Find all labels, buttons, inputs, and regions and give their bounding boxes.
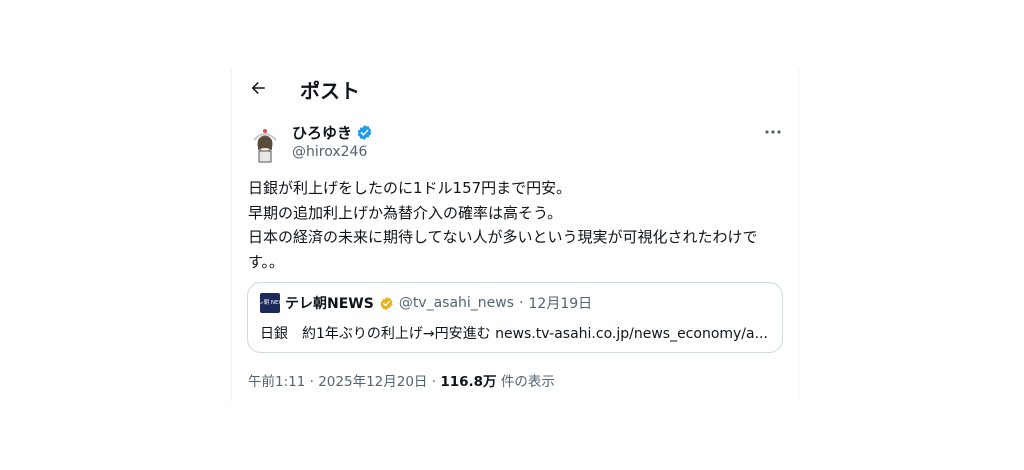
quote-date: 12月19日 [528,296,593,312]
header: ポスト [232,68,798,108]
post-meta: 午前1:11 · 2025年12月20日 · 116.8万 件の表示 [248,370,555,390]
back-arrow-icon [251,82,265,94]
views-label: 件の表示 [500,374,555,390]
author-handle[interactable]: @hirox246 [292,144,373,160]
post-author: ひろゆき @hirox246 [292,122,373,160]
more-dots-icon [765,130,781,134]
author-display-name[interactable]: ひろゆき [292,122,352,143]
post-text: 日銀が利上げをしたのに1ドル157円まで円安。 早期の追加利上げか為替介入の確率… [248,179,758,271]
more-options-button[interactable] [762,122,784,142]
views-count: 116.8万 [440,374,497,390]
quote-display-name: テレ朝NEWS [285,296,374,312]
avatar[interactable] [248,124,282,164]
quote-text: 日銀 約1年ぶりの利上げ→円安進む news.tv-asahi.co.jp/ne… [260,326,768,342]
post-date[interactable]: 2025年12月20日 [318,374,427,390]
verified-badge-icon [357,124,372,140]
post-detail-column: ポスト ひろゆき @hirox246 日銀が利上げをしたのに1ドル157円まで円… [231,68,799,402]
quoted-post[interactable]: テレ朝 NEWS テレ朝NEWS @tv_asahi_news · 12月19日… [247,282,783,353]
quote-handle: @tv_asahi_news [398,295,515,311]
meta-separator: · [309,374,314,390]
back-button[interactable] [244,74,272,102]
avatar-image-icon [248,124,282,164]
page-title: ポスト [300,79,360,103]
meta-separator: · [431,374,437,390]
post-time[interactable]: 午前1:11 [248,374,305,390]
verified-gold-badge-icon [380,296,393,310]
quote-avatar: テレ朝 NEWS [253,293,287,313]
quote-separator: · [519,295,524,311]
